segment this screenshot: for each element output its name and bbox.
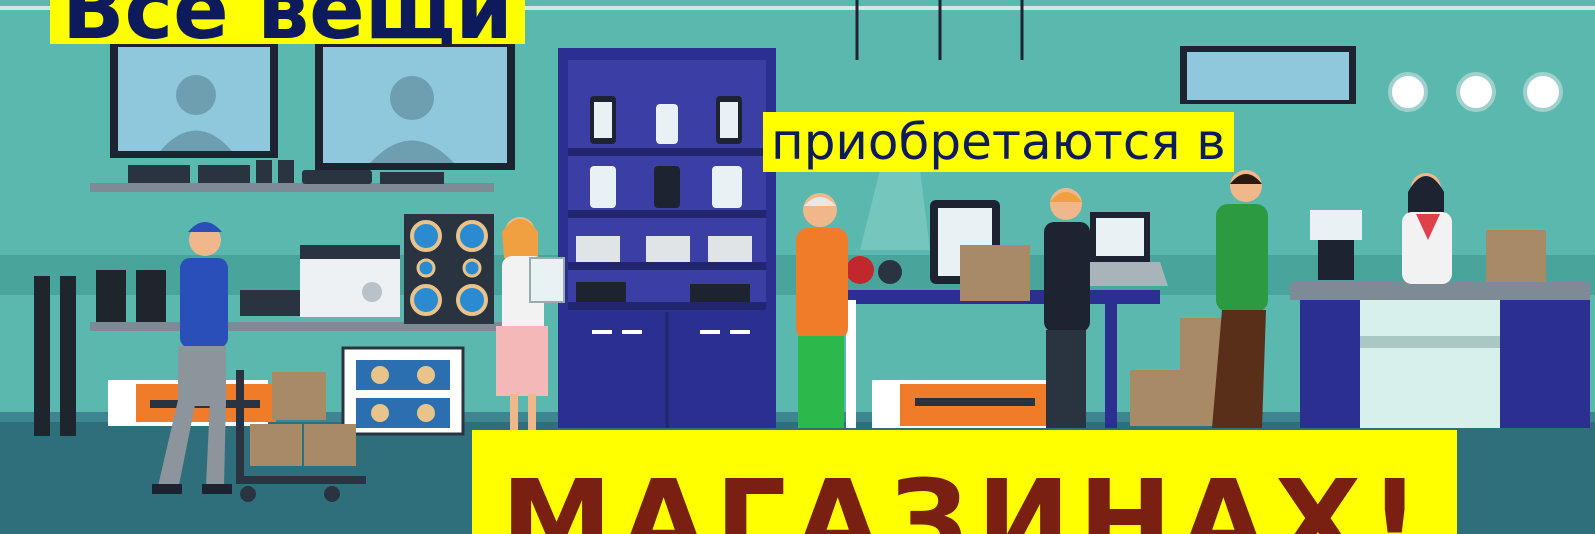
display-stand-center	[872, 380, 1072, 428]
subwoofer-cabinet	[404, 214, 494, 324]
shelf-top	[90, 183, 494, 192]
receiver	[300, 245, 400, 317]
store-illustration: Все вещи приобретаются в МАГАЗИНАХ!	[0, 0, 1595, 534]
display-box	[341, 346, 465, 436]
wall-lights	[1388, 72, 1563, 112]
phone-cabinet	[558, 48, 776, 428]
headline-top-banner: Все вещи	[50, 0, 525, 44]
wall-tv-small	[1180, 46, 1356, 104]
customer-with-box	[1044, 188, 1090, 428]
tv-right	[315, 40, 515, 170]
customer-walking	[1212, 170, 1268, 428]
headline-bottom-banner: МАГАЗИНАХ!	[472, 430, 1457, 534]
tv-left	[110, 40, 278, 158]
headline-middle-banner: приобретаются в	[763, 112, 1234, 172]
dvd-player	[240, 290, 300, 316]
